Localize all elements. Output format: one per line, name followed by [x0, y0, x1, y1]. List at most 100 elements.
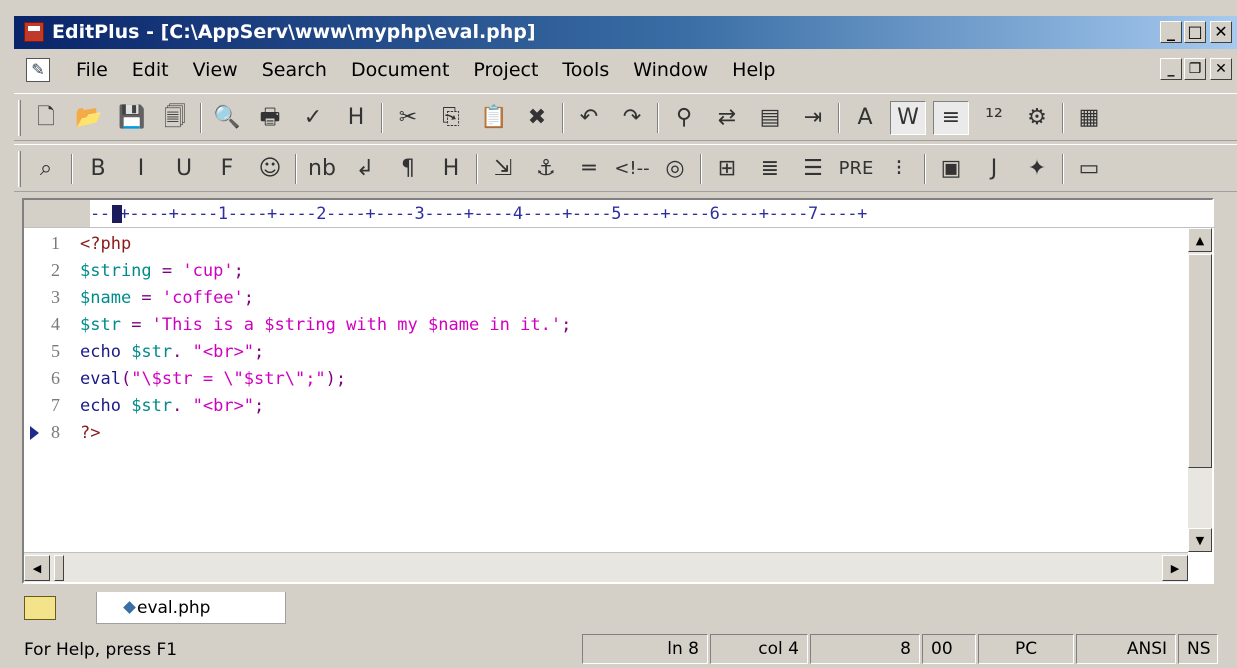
preferences-icon[interactable]: ⚙ — [1019, 101, 1055, 135]
scroll-left-icon[interactable]: ◀ — [24, 555, 50, 581]
code-line[interactable]: 6 eval("\$str = \"$str\";"); — [24, 365, 1188, 392]
document-system-icon[interactable]: ✎ — [26, 58, 50, 82]
code-token: 'This is a $string with my $name in it.' — [151, 314, 562, 335]
spell-check-icon[interactable]: ✓ — [295, 101, 331, 135]
vertical-scroll-thumb[interactable] — [1188, 254, 1212, 468]
line-number: 3 — [51, 287, 60, 307]
indent-icon[interactable]: ⇥ — [795, 101, 831, 135]
print-icon[interactable]: 🖶 — [252, 101, 288, 135]
color-icon[interactable]: ☺ — [252, 152, 288, 186]
find-icon[interactable]: ⚲ — [666, 101, 702, 135]
html-preview-icon[interactable]: H — [338, 101, 374, 135]
code-token: $str — [131, 341, 173, 362]
status-help-text: For Help, press F1 — [24, 640, 178, 660]
table-icon[interactable]: ⊞ — [709, 152, 745, 186]
replace-icon[interactable]: ⇄ — [709, 101, 745, 135]
bold-icon[interactable]: B — [80, 152, 116, 186]
print-preview-icon[interactable]: 🔍 — [209, 101, 245, 135]
maximize-button[interactable]: □ — [1184, 21, 1206, 43]
pre-icon[interactable]: PRE — [838, 152, 874, 186]
scroll-up-icon[interactable]: ▲ — [1188, 228, 1212, 252]
underline-icon[interactable]: U — [166, 152, 202, 186]
comment-icon[interactable]: <!-- — [614, 152, 650, 186]
menu-item[interactable]: View — [181, 59, 250, 81]
status-mode: NS — [1178, 634, 1218, 664]
close-button[interactable]: ✕ — [1210, 21, 1232, 43]
toolbar-more-icon[interactable]: ✦ — [1019, 152, 1055, 186]
code-line[interactable]: 2 $string = 'cup'; — [24, 257, 1188, 284]
open-folder-icon[interactable]: 📂 — [71, 101, 107, 135]
anchor-icon[interactable]: ⚓ — [528, 152, 564, 186]
redo-icon[interactable]: ↷ — [614, 101, 650, 135]
toolbar-grip[interactable] — [18, 100, 21, 136]
paste-icon[interactable]: 📋 — [476, 101, 512, 135]
heading-icon[interactable]: H — [433, 152, 469, 186]
editplus-app-icon[interactable] — [24, 22, 44, 42]
scroll-right-icon[interactable]: ▶ — [1162, 555, 1188, 581]
code-token: "\$str = \"$str\";" — [131, 368, 326, 389]
code-line[interactable]: 4 $str = 'This is a $string with my $name… — [24, 311, 1188, 338]
menu-item[interactable]: Help — [720, 59, 787, 81]
menu-item[interactable]: File — [64, 59, 120, 81]
line-numbers-icon[interactable]: ¹² — [976, 101, 1012, 135]
horizontal-scroll-thumb[interactable] — [54, 555, 64, 581]
font-tag-icon[interactable]: F — [209, 152, 245, 186]
tab-eval-php[interactable]: eval.php — [96, 592, 286, 624]
cut-icon[interactable]: ✂ — [390, 101, 426, 135]
html-toolbar: ⌕ B I U F ☺ nb ↲ ¶ H ⇲ ⚓ ═ <!-- ◎ ⊞ ≣ ☰ PRE ⁝ ▣ J ✦ ▭ — [14, 144, 1237, 192]
doc-minimize-button[interactable]: _ — [1160, 58, 1182, 80]
code-area[interactable]: 1 <?php 2 $string = 'cup'; 3 $name = 'coffee'… — [24, 230, 1188, 556]
save-icon[interactable]: 💾 — [114, 101, 150, 135]
directory-window-icon[interactable] — [24, 596, 56, 620]
link-icon[interactable]: ⇲ — [485, 152, 521, 186]
code-line[interactable]: 8 ?> — [24, 419, 1188, 446]
center-icon[interactable]: ≣ — [752, 152, 788, 186]
image-icon[interactable]: ◎ — [657, 152, 693, 186]
tab-label: eval.php — [137, 597, 211, 618]
list-icon[interactable]: ⁝ — [881, 152, 917, 186]
file-window-icon[interactable]: ▭ — [1071, 152, 1107, 186]
delete-icon[interactable]: ✖ — [519, 101, 555, 135]
code-token: $str — [131, 395, 173, 416]
editor-pane[interactable]: ---+----+----1----+----2----+----3----+-… — [22, 198, 1214, 584]
minimize-button[interactable]: _ — [1160, 21, 1182, 43]
menu-item[interactable]: Window — [621, 59, 720, 81]
doc-close-button[interactable]: ✕ — [1210, 58, 1232, 80]
word-wrap-icon[interactable]: W — [890, 101, 926, 135]
horizontal-rule-icon[interactable]: ═ — [571, 152, 607, 186]
code-token: echo — [80, 395, 132, 416]
line-break-icon[interactable]: ↲ — [347, 152, 383, 186]
menu-item[interactable]: Project — [461, 59, 550, 81]
javascript-icon[interactable]: J — [976, 152, 1012, 186]
menu-item[interactable]: Search — [250, 59, 339, 81]
toolbar-grip[interactable] — [18, 151, 21, 187]
cliptext-icon[interactable]: ▦ — [1071, 101, 1107, 135]
italic-icon[interactable]: I — [123, 152, 159, 186]
browser-icon[interactable]: ⌕ — [28, 152, 64, 186]
code-line[interactable]: 5 echo $str. "<br>"; — [24, 338, 1188, 365]
title-bar[interactable]: EditPlus - [C:\AppServ\www\myphp\eval.ph… — [14, 16, 1237, 49]
menu-item[interactable]: Tools — [550, 59, 621, 81]
code-line[interactable]: 3 $name = 'coffee'; — [24, 284, 1188, 311]
nbsp-icon[interactable]: nb — [304, 152, 340, 186]
code-line[interactable]: 7 echo $str. "<br>"; — [24, 392, 1188, 419]
paragraph-icon[interactable]: ¶ — [390, 152, 426, 186]
scroll-down-icon[interactable]: ▼ — [1188, 528, 1212, 552]
doc-restore-button[interactable]: ❐ — [1184, 58, 1206, 80]
form-icon[interactable]: ▣ — [933, 152, 969, 186]
new-file-icon[interactable]: 🗋 — [28, 101, 64, 135]
undo-icon[interactable]: ↶ — [571, 101, 607, 135]
copy-icon[interactable]: ⎘ — [433, 101, 469, 135]
line-icon[interactable]: ≡ — [933, 101, 969, 135]
menu-item[interactable]: Edit — [120, 59, 181, 81]
font-icon[interactable]: A — [847, 101, 883, 135]
save-all-icon[interactable]: 🗐 — [157, 101, 193, 135]
code-line[interactable]: 1 <?php — [24, 230, 1188, 257]
clipboard-icon[interactable]: ▤ — [752, 101, 788, 135]
horizontal-scrollbar[interactable]: ◀ ▶ — [24, 552, 1188, 582]
code-token: 'coffee' — [161, 287, 244, 308]
menu-item[interactable]: Document — [339, 59, 461, 81]
align-right-icon[interactable]: ☰ — [795, 152, 831, 186]
vertical-scrollbar[interactable]: ▲ ▼ — [1188, 228, 1212, 552]
code-token: "<br>" — [192, 341, 255, 362]
